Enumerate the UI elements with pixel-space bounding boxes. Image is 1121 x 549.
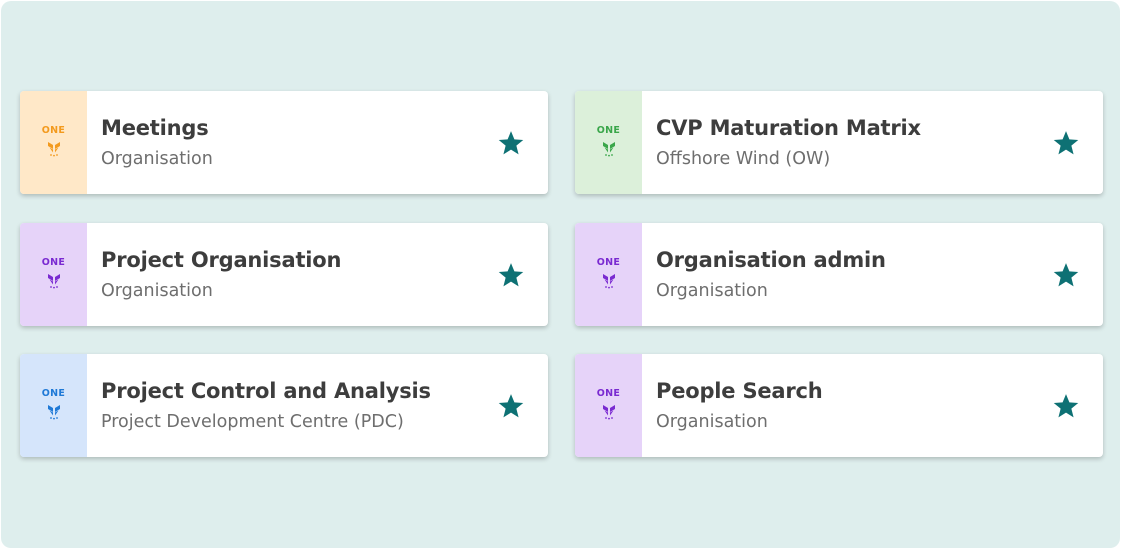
app-text: CVP Maturation Matrix Offshore Wind (OW) (642, 91, 1043, 194)
app-logo-icon (601, 402, 617, 424)
app-logo-icon (601, 139, 617, 161)
badge-label: ONE (596, 256, 621, 268)
app-text: Project Control and Analysis Project Deve… (87, 354, 488, 457)
app-card-project-control-and-analysis[interactable]: ONE Project Control and Analysis Project D… (20, 354, 548, 457)
app-text: Meetings Organisation (87, 91, 488, 194)
badge-label: ONE (41, 124, 66, 136)
favorite-star-icon[interactable] (1043, 91, 1103, 194)
app-card-cvp-maturation-matrix[interactable]: ONE CVP Maturation Matrix Offshore Wind (O… (575, 91, 1103, 194)
app-card-organisation-admin[interactable]: ONE Organisation admin Organisation (575, 223, 1103, 326)
favorite-star-icon[interactable] (1043, 223, 1103, 326)
favorite-star-icon[interactable] (1043, 354, 1103, 457)
app-title: Meetings (101, 116, 209, 140)
favorite-star-icon[interactable] (488, 91, 548, 194)
app-card-project-organisation[interactable]: ONE Project Organisation Organisation (20, 223, 548, 326)
app-badge: ONE (20, 354, 87, 457)
app-logo-icon (601, 271, 617, 293)
app-title: Project Organisation (101, 248, 342, 272)
badge-label: ONE (41, 256, 66, 268)
favorite-star-icon[interactable] (488, 354, 548, 457)
app-card-meetings[interactable]: ONE Meetings Organisation (20, 91, 548, 194)
app-text: Project Organisation Organisation (87, 223, 488, 326)
app-title: People Search (656, 379, 823, 403)
app-badge: ONE (20, 91, 87, 194)
badge-label: ONE (596, 387, 621, 399)
app-subtitle: Offshore Wind (OW) (656, 149, 831, 169)
app-subtitle: Organisation (656, 412, 768, 432)
app-badge: ONE (20, 223, 87, 326)
app-text: Organisation admin Organisation (642, 223, 1043, 326)
app-logo-icon (46, 271, 62, 293)
badge-label: ONE (596, 124, 621, 136)
app-subtitle: Organisation (101, 149, 213, 169)
app-title: Organisation admin (656, 248, 886, 272)
badge-label: ONE (41, 387, 66, 399)
favorites-panel: ONE Meetings Organisation ONE CVP Maturation… (1, 1, 1120, 548)
favorite-star-icon[interactable] (488, 223, 548, 326)
app-badge: ONE (575, 91, 642, 194)
app-logo-icon (46, 402, 62, 424)
app-logo-icon (46, 139, 62, 161)
app-title: CVP Maturation Matrix (656, 116, 921, 140)
app-subtitle: Organisation (101, 281, 213, 301)
app-subtitle: Organisation (656, 281, 768, 301)
app-badge: ONE (575, 223, 642, 326)
app-card-people-search[interactable]: ONE People Search Organisation (575, 354, 1103, 457)
app-text: People Search Organisation (642, 354, 1043, 457)
app-title: Project Control and Analysis (101, 379, 431, 403)
app-subtitle: Project Development Centre (PDC) (101, 412, 404, 432)
app-badge: ONE (575, 354, 642, 457)
